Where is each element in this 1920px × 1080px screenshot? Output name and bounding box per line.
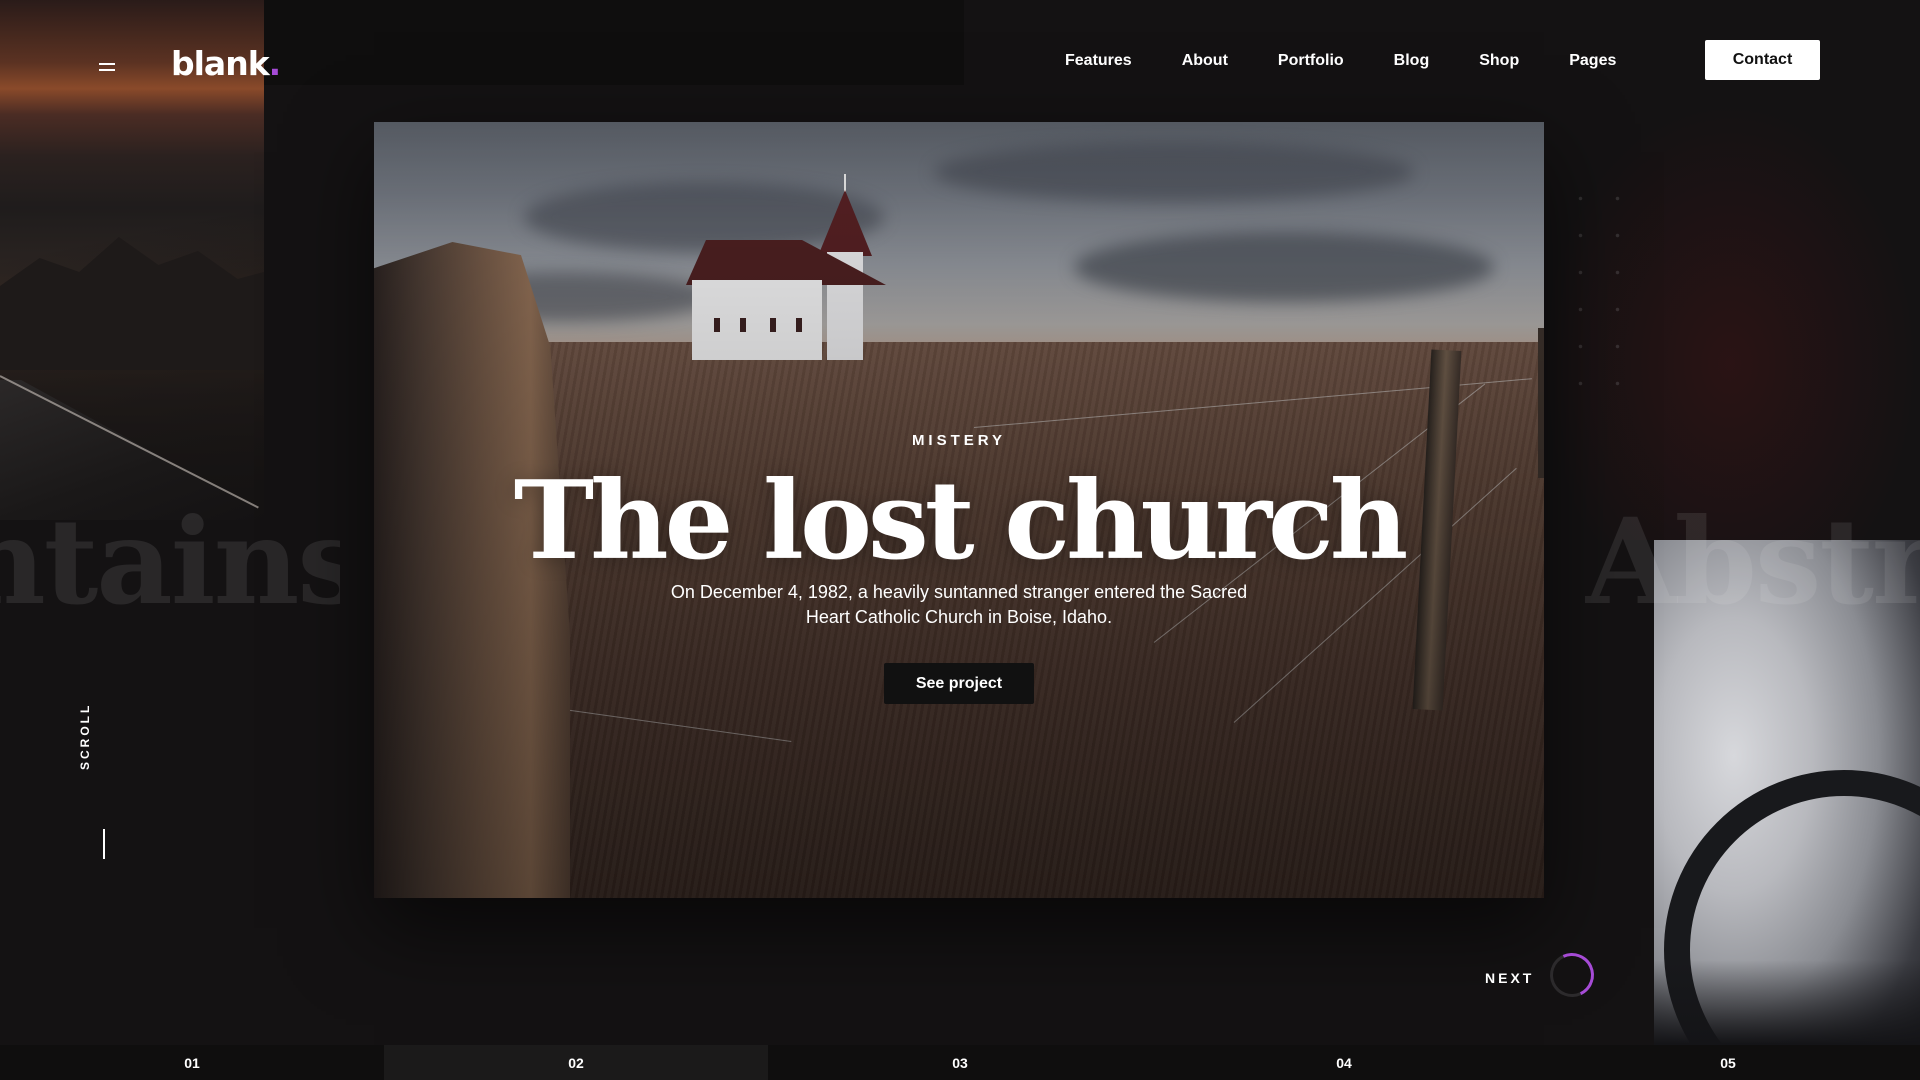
contact-button[interactable]: Contact [1705, 40, 1820, 80]
scroll-label: SCROLL [78, 702, 92, 770]
hero-category: MISTERY [911, 432, 1007, 449]
nav-item-blog[interactable]: Blog [1369, 50, 1455, 72]
hero-description: On December 4, 1982, a heavily suntanned… [670, 582, 1248, 627]
hero-slide[interactable]: MISTERY The lost church On December 4, 1… [374, 122, 1544, 898]
previous-slide-title: ntains [0, 492, 340, 631]
main-nav: Features About Portfolio Blog Shop Pages [1040, 50, 1641, 72]
logo[interactable]: blank. [171, 44, 282, 83]
slide-index-4[interactable]: 04 [1152, 1045, 1536, 1080]
see-project-button[interactable]: See project [884, 663, 1034, 704]
mountains-shape [0, 237, 264, 370]
slide-index-1[interactable]: 01 [0, 1045, 384, 1080]
hero-title: The lost church [513, 458, 1409, 584]
logo-text: blank [171, 44, 270, 83]
scroll-line [103, 829, 105, 859]
slide-index-2[interactable]: 02 [384, 1045, 768, 1080]
progress-ring-icon[interactable] [1543, 946, 1601, 1004]
nav-item-features[interactable]: Features [1040, 50, 1157, 72]
nav-item-pages[interactable]: Pages [1544, 50, 1641, 72]
nav-item-about[interactable]: About [1157, 50, 1253, 72]
slide-index-5[interactable]: 05 [1536, 1045, 1920, 1080]
next-slide-title: Abstra [1585, 492, 1920, 631]
hamburger-icon[interactable] [99, 63, 115, 73]
next-label[interactable]: NEXT [1485, 970, 1534, 986]
slide-index-bar: 01 02 03 04 05 [0, 1045, 1920, 1080]
nav-item-shop[interactable]: Shop [1454, 50, 1544, 72]
slide-index-3[interactable]: 03 [768, 1045, 1152, 1080]
header-strip [264, 0, 964, 85]
nav-item-portfolio[interactable]: Portfolio [1253, 50, 1369, 72]
logo-dot: . [268, 44, 282, 83]
dot-grid-decoration [1562, 180, 1642, 410]
